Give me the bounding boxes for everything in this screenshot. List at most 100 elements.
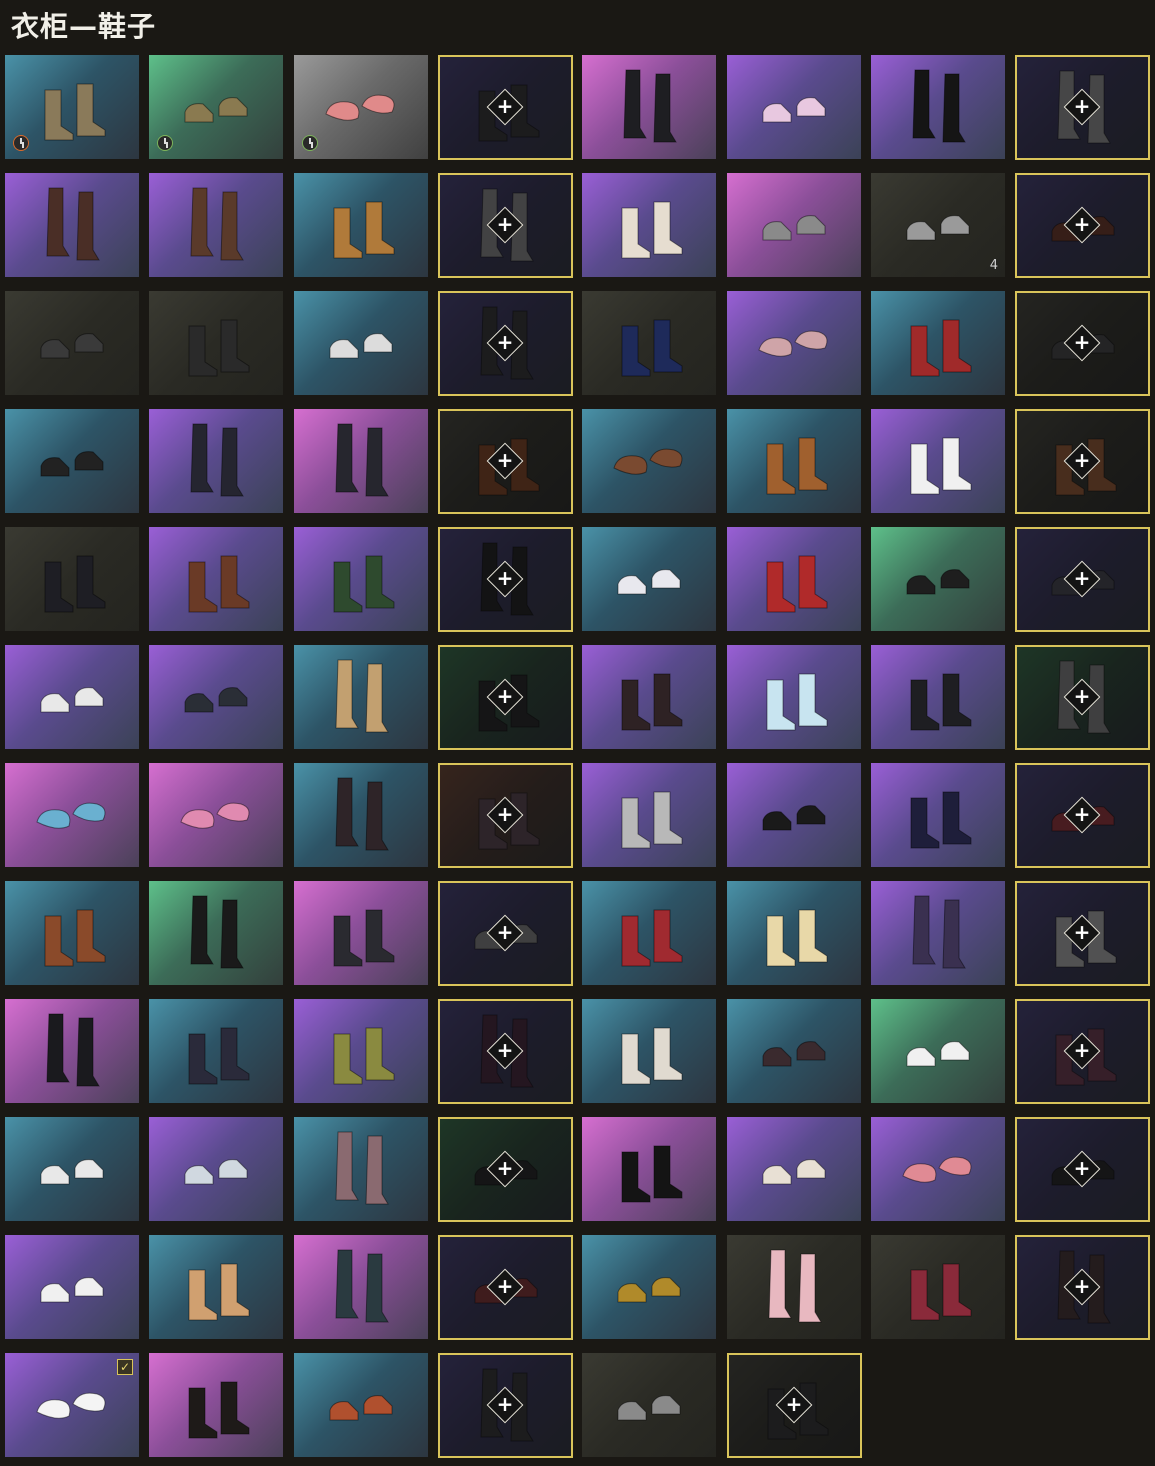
shoe-item-tile[interactable]	[871, 1117, 1005, 1221]
shoe-item-tile[interactable]	[149, 881, 283, 985]
shoe-item-tile[interactable]: ✓	[5, 1353, 139, 1457]
locked-shoe-slot[interactable]: +	[438, 999, 573, 1104]
locked-shoe-slot[interactable]: +	[438, 173, 573, 278]
shoe-item-tile[interactable]	[149, 291, 283, 395]
locked-shoe-slot[interactable]: +	[438, 1117, 573, 1222]
locked-shoe-slot[interactable]: +	[1015, 1235, 1150, 1340]
locked-shoe-slot[interactable]: +	[1015, 173, 1150, 278]
shoe-item-tile[interactable]	[149, 527, 283, 631]
shoe-item-tile[interactable]	[294, 173, 428, 277]
shoe-item-tile[interactable]	[294, 1353, 428, 1457]
shoe-item-tile[interactable]	[5, 1235, 139, 1339]
shoe-item-tile[interactable]	[294, 763, 428, 867]
shoe-item-tile[interactable]	[294, 645, 428, 749]
locked-shoe-slot[interactable]: +	[438, 881, 573, 986]
shoe-item-tile[interactable]	[582, 881, 716, 985]
shoe-image	[621, 791, 683, 849]
shoe-item-tile[interactable]	[727, 1117, 861, 1221]
shoe-item-tile[interactable]	[582, 1353, 716, 1457]
shoe-image	[910, 673, 972, 731]
shoe-item-tile[interactable]	[294, 1235, 428, 1339]
shoe-item-tile[interactable]	[582, 527, 716, 631]
locked-shoe-slot[interactable]: +	[1015, 55, 1150, 160]
shoe-item-tile[interactable]	[149, 645, 283, 749]
shoe-item-tile[interactable]	[727, 881, 861, 985]
shoe-item-tile[interactable]	[727, 1235, 861, 1339]
shoe-item-tile[interactable]	[871, 55, 1005, 159]
shoe-item-tile[interactable]	[149, 409, 283, 513]
shoe-item-tile[interactable]	[727, 763, 861, 867]
shoe-item-tile[interactable]	[5, 55, 139, 159]
shoe-item-tile[interactable]	[5, 1117, 139, 1221]
shoe-item-tile[interactable]	[5, 409, 139, 513]
locked-shoe-slot[interactable]: +	[438, 1353, 573, 1458]
shoe-item-tile[interactable]	[149, 1117, 283, 1221]
shoe-item-tile[interactable]	[294, 999, 428, 1103]
shoe-item-tile[interactable]	[294, 55, 428, 159]
shoe-image	[44, 909, 106, 967]
shoe-item-tile[interactable]	[582, 409, 716, 513]
shoe-item-tile[interactable]	[582, 645, 716, 749]
shoe-item-tile[interactable]	[149, 1235, 283, 1339]
shoe-item-tile[interactable]	[5, 527, 139, 631]
locked-shoe-slot[interactable]: +	[438, 763, 573, 868]
locked-shoe-slot[interactable]: +	[727, 1353, 862, 1458]
shoe-item-tile[interactable]: 4	[871, 173, 1005, 277]
shoe-item-tile[interactable]	[582, 1117, 716, 1221]
shoe-item-tile[interactable]	[727, 645, 861, 749]
shoe-item-tile[interactable]	[871, 999, 1005, 1103]
shoe-image	[621, 1145, 683, 1203]
shoe-item-tile[interactable]	[5, 291, 139, 395]
shoe-item-tile[interactable]	[582, 173, 716, 277]
shoe-item-tile[interactable]	[294, 1117, 428, 1221]
shoe-item-tile[interactable]	[582, 763, 716, 867]
locked-shoe-slot[interactable]: +	[438, 1235, 573, 1340]
shoe-item-tile[interactable]	[5, 881, 139, 985]
shoe-item-tile[interactable]	[727, 173, 861, 277]
locked-shoe-slot[interactable]: +	[438, 55, 573, 160]
shoe-item-tile[interactable]	[871, 763, 1005, 867]
shoe-item-tile[interactable]	[871, 645, 1005, 749]
shoe-item-tile[interactable]	[727, 527, 861, 631]
shoe-item-tile[interactable]	[582, 999, 716, 1103]
locked-shoe-slot[interactable]: +	[438, 291, 573, 396]
shoe-item-tile[interactable]	[871, 527, 1005, 631]
shoe-item-tile[interactable]	[727, 409, 861, 513]
shoe-item-tile[interactable]	[871, 291, 1005, 395]
shoe-item-tile[interactable]	[5, 173, 139, 277]
shoe-item-tile[interactable]	[582, 1235, 716, 1339]
shoe-item-tile[interactable]	[871, 1235, 1005, 1339]
locked-shoe-slot[interactable]: +	[1015, 527, 1150, 632]
shoe-item-tile[interactable]	[727, 291, 861, 395]
shoe-item-tile[interactable]	[149, 999, 283, 1103]
shoe-item-tile[interactable]	[294, 291, 428, 395]
shoe-image	[40, 333, 104, 359]
shoe-item-tile[interactable]	[5, 645, 139, 749]
shoe-item-tile[interactable]	[294, 881, 428, 985]
shoe-item-tile[interactable]	[294, 409, 428, 513]
shoe-item-tile[interactable]	[149, 173, 283, 277]
locked-shoe-slot[interactable]: +	[438, 645, 573, 750]
locked-shoe-slot[interactable]: +	[438, 527, 573, 632]
shoe-item-tile[interactable]	[5, 999, 139, 1103]
locked-shoe-slot[interactable]: +	[1015, 291, 1150, 396]
shoe-item-tile[interactable]	[582, 291, 716, 395]
shoe-item-tile[interactable]	[871, 409, 1005, 513]
shoe-item-tile[interactable]	[5, 763, 139, 867]
shoe-item-tile[interactable]	[149, 763, 283, 867]
locked-shoe-slot[interactable]: +	[1015, 409, 1150, 514]
shoe-item-tile[interactable]	[149, 1353, 283, 1457]
locked-shoe-slot[interactable]: +	[1015, 1117, 1150, 1222]
shoe-item-tile[interactable]	[871, 881, 1005, 985]
locked-shoe-slot[interactable]: +	[1015, 881, 1150, 986]
shoe-item-tile[interactable]	[727, 55, 861, 159]
shoe-item-tile[interactable]	[294, 527, 428, 631]
locked-shoe-slot[interactable]: +	[1015, 999, 1150, 1104]
locked-shoe-slot[interactable]: +	[1015, 763, 1150, 868]
timer-clock-icon	[157, 135, 173, 151]
shoe-item-tile[interactable]	[727, 999, 861, 1103]
locked-shoe-slot[interactable]: +	[1015, 645, 1150, 750]
shoe-item-tile[interactable]	[149, 55, 283, 159]
shoe-item-tile[interactable]	[582, 55, 716, 159]
locked-shoe-slot[interactable]: +	[438, 409, 573, 514]
